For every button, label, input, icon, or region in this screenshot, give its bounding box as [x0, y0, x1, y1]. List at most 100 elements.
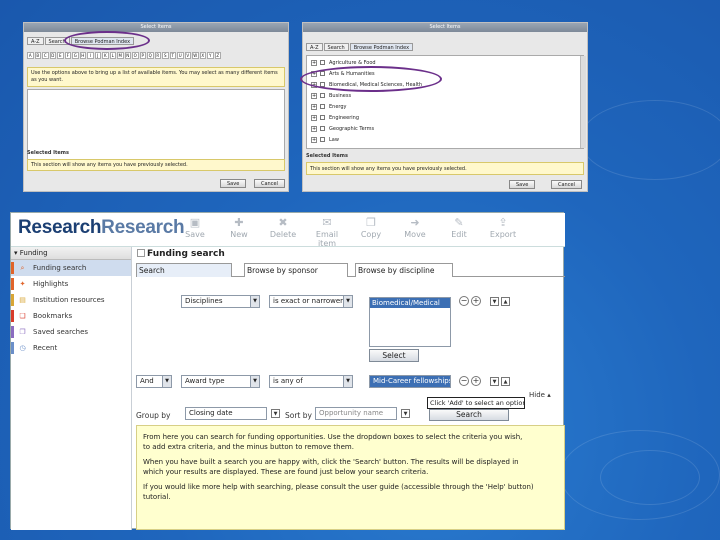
cancel-button[interactable]: Cancel: [254, 179, 285, 188]
sidebar-item-label: Recent: [33, 344, 58, 352]
alphabet-letter[interactable]: W: [192, 52, 199, 59]
chevron-down-icon: ▼: [343, 296, 352, 307]
chevron-up-icon[interactable]: ▲: [501, 377, 510, 386]
tree-item[interactable]: + Engineering: [311, 112, 575, 123]
save-button[interactable]: Save: [220, 179, 247, 188]
expand-icon[interactable]: +: [311, 114, 317, 121]
alphabet-letter[interactable]: H: [79, 52, 86, 59]
tab-search[interactable]: Search: [323, 43, 349, 51]
alphabet-letter[interactable]: I: [87, 52, 94, 59]
cancel-button[interactable]: Cancel: [551, 180, 582, 189]
select-button[interactable]: Select: [369, 349, 419, 362]
item-checkbox[interactable]: [320, 104, 325, 109]
expand-icon[interactable]: +: [311, 103, 317, 110]
chevron-down-icon[interactable]: ▼: [490, 377, 499, 386]
alphabet-letter[interactable]: K: [102, 52, 109, 59]
tab-browse-index[interactable]: Browse Podman Index: [349, 43, 414, 51]
alphabet-letter[interactable]: U: [177, 52, 184, 59]
hide-toggle[interactable]: Hide ▴: [529, 391, 551, 399]
toolbar-delete-button[interactable]: ✖ Delete: [265, 216, 301, 239]
item-checkbox[interactable]: [320, 60, 325, 65]
criteria-operator-select[interactable]: is exact or narrower ▼: [269, 295, 353, 308]
alphabet-letter[interactable]: N: [124, 52, 131, 59]
criteria-field-select[interactable]: Disciplines ▼: [181, 295, 260, 308]
alphabet-letter[interactable]: O: [132, 52, 139, 59]
item-checkbox[interactable]: [320, 137, 325, 142]
alphabet-letter[interactable]: F: [64, 52, 71, 59]
tree-item[interactable]: + Business: [311, 90, 575, 101]
expand-icon[interactable]: +: [311, 136, 317, 143]
tree-scrollbar[interactable]: [580, 56, 586, 148]
criteria-field-select[interactable]: Award type ▼: [181, 375, 260, 388]
alphabet-letter[interactable]: C: [42, 52, 49, 59]
item-checkbox[interactable]: [320, 126, 325, 131]
alphabet-letter[interactable]: X: [199, 52, 206, 59]
add-criteria-icon[interactable]: +: [471, 376, 481, 386]
alphabet-letter[interactable]: E: [57, 52, 64, 59]
sidebar-item-recent[interactable]: ◷ Recent: [11, 340, 131, 356]
alphabet-letter[interactable]: M: [117, 52, 124, 59]
tree-item[interactable]: + Law: [311, 134, 575, 145]
alphabet-letter[interactable]: A: [27, 52, 34, 59]
tab-search[interactable]: Search: [136, 263, 232, 277]
save-button[interactable]: Save: [509, 180, 536, 189]
expand-icon[interactable]: +: [311, 92, 317, 99]
delete-icon: ✖: [278, 216, 288, 229]
tab-browse-by-sponsor[interactable]: Browse by sponsor: [244, 263, 348, 277]
alphabet-letter[interactable]: Q: [147, 52, 154, 59]
alphabet-letter[interactable]: S: [162, 52, 169, 59]
toolbar-copy-button[interactable]: ❐ Copy: [353, 216, 389, 239]
expand-icon[interactable]: +: [311, 125, 317, 132]
discipline-listbox[interactable]: Biomedical/Medical: [369, 297, 451, 347]
alphabet-letter[interactable]: G: [72, 52, 79, 59]
tab-a-z[interactable]: A-Z: [306, 43, 323, 51]
expand-icon[interactable]: +: [311, 59, 317, 66]
sidebar-heading[interactable]: ▾ Funding: [11, 247, 131, 260]
toolbar-export-button[interactable]: ⇪ Export: [485, 216, 521, 239]
edit-icon: ✎: [454, 216, 464, 229]
item-checkbox[interactable]: [320, 93, 325, 98]
sidebar-item-funding-search[interactable]: ⌕ Funding search: [11, 260, 131, 276]
sidebar-item-saved-searches[interactable]: ❐ Saved searches: [11, 324, 131, 340]
listbox-option[interactable]: Biomedical/Medical: [370, 298, 450, 308]
search-tabs: Search Browse by sponsor Browse by disci…: [136, 261, 565, 277]
sidebar-item-highlights[interactable]: ✦ Highlights: [11, 276, 131, 292]
tab-a-z[interactable]: A-Z: [27, 37, 44, 45]
toolbar-new-button[interactable]: ✚ New: [221, 216, 257, 239]
alphabet-letter[interactable]: T: [169, 52, 176, 59]
chevron-down-icon[interactable]: ▼: [490, 297, 499, 306]
alphabet-letter[interactable]: L: [109, 52, 116, 59]
chevron-down-icon[interactable]: ▼: [401, 409, 410, 418]
remove-criteria-icon[interactable]: −: [459, 296, 469, 306]
toolbar-move-button[interactable]: ➜ Move: [397, 216, 433, 239]
alphabet-letter[interactable]: Z: [214, 52, 221, 59]
sidebar-item-institution-resources[interactable]: ▤ Institution resources: [11, 292, 131, 308]
tree-item[interactable]: + Energy: [311, 101, 575, 112]
tab-browse-by-discipline[interactable]: Browse by discipline: [355, 263, 453, 277]
tree-item[interactable]: + Geographic Terms: [311, 123, 575, 134]
search-button[interactable]: Search: [429, 409, 509, 421]
alphabet-letter[interactable]: D: [49, 52, 56, 59]
alphabet-letter[interactable]: B: [34, 52, 41, 59]
item-checkbox[interactable]: [320, 115, 325, 120]
toolbar-edit-button[interactable]: ✎ Edit: [441, 216, 477, 239]
award-type-value[interactable]: Mid-Career fellowships: [369, 375, 451, 388]
group-by-select[interactable]: Closing date: [185, 407, 267, 420]
add-criteria-icon[interactable]: +: [471, 296, 481, 306]
chevron-down-icon[interactable]: ▼: [271, 409, 280, 418]
alphabet-letter[interactable]: V: [184, 52, 191, 59]
criteria-operator-select[interactable]: is any of ▼: [269, 375, 353, 388]
chevron-up-icon[interactable]: ▲: [501, 297, 510, 306]
toolbar-label: Export: [489, 230, 517, 239]
alphabet-letter[interactable]: P: [139, 52, 146, 59]
alphabet-letter[interactable]: R: [154, 52, 161, 59]
toolbar-save-button[interactable]: ▣ Save: [177, 216, 213, 239]
remove-criteria-icon[interactable]: −: [459, 376, 469, 386]
toolbar-email-item-button[interactable]: ✉ Email item: [309, 216, 345, 248]
sort-by-select[interactable]: Opportunity name: [315, 407, 397, 420]
sidebar-item-bookmarks[interactable]: ❏ Bookmarks: [11, 308, 131, 324]
conjunction-select[interactable]: And ▼: [136, 375, 172, 388]
toolbar-label: Edit: [451, 230, 467, 239]
alphabet-letter[interactable]: J: [94, 52, 101, 59]
alphabet-letter[interactable]: Y: [207, 52, 214, 59]
